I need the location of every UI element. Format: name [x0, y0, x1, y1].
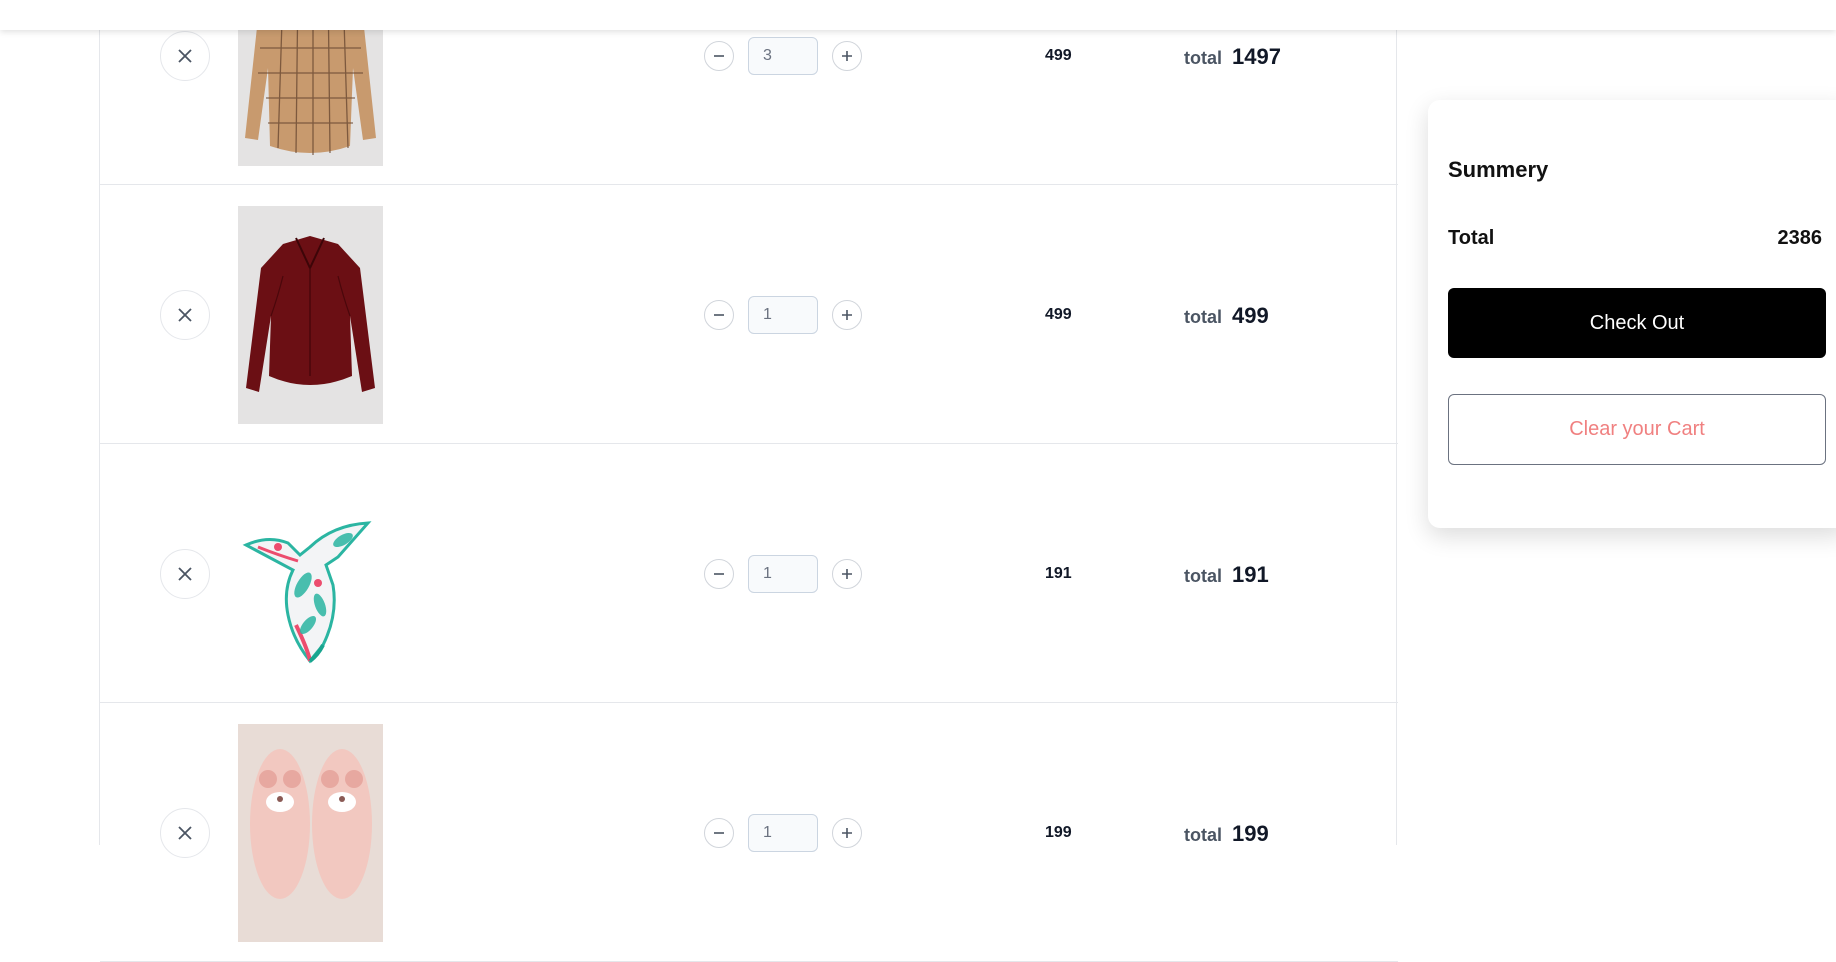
- plus-icon: [842, 828, 852, 838]
- decrement-button[interactable]: [704, 41, 734, 71]
- close-icon: [178, 49, 192, 63]
- quantity-input[interactable]: [748, 814, 818, 852]
- total-value: 199: [1232, 821, 1269, 846]
- summary-title: Summery: [1448, 157, 1549, 182]
- unit-price: 499: [1045, 47, 1072, 64]
- burgundy-blouse-image: [238, 206, 383, 424]
- line-total: total 199: [1184, 821, 1269, 847]
- quantity-stepper: [704, 37, 862, 75]
- minus-icon: [714, 314, 724, 316]
- close-icon: [178, 826, 192, 840]
- top-header-bar: [0, 0, 1836, 30]
- quantity-stepper: [704, 555, 862, 593]
- unit-price: 199: [1045, 824, 1072, 841]
- quantity-input[interactable]: [748, 555, 818, 593]
- plus-icon: [842, 51, 852, 61]
- printed-scarf-image: [238, 465, 383, 683]
- cart-item-row: 191 total 191: [100, 444, 1398, 703]
- increment-button[interactable]: [832, 559, 862, 589]
- unit-price: 499: [1045, 306, 1072, 323]
- minus-icon: [714, 573, 724, 575]
- line-total: total 1497: [1184, 44, 1281, 70]
- total-value: 499: [1232, 303, 1269, 328]
- total-label: total: [1184, 48, 1222, 68]
- total-value: 191: [1232, 562, 1269, 587]
- total-value: 1497: [1232, 44, 1281, 69]
- decrement-button[interactable]: [704, 818, 734, 848]
- quantity-stepper: [704, 296, 862, 334]
- increment-button[interactable]: [832, 818, 862, 848]
- line-total: total 499: [1184, 303, 1269, 329]
- total-label: total: [1184, 307, 1222, 327]
- quantity-input[interactable]: [748, 37, 818, 75]
- summary-total-value: 2386: [1777, 227, 1823, 249]
- unit-price: 191: [1045, 565, 1072, 582]
- cart-items-list: 499 total 1497: [99, 0, 1398, 962]
- decrement-button[interactable]: [704, 300, 734, 330]
- total-label: total: [1184, 825, 1222, 845]
- cart-item-row: 199 total 199: [100, 703, 1398, 962]
- line-total: total 191: [1184, 562, 1269, 588]
- decrement-button[interactable]: [704, 559, 734, 589]
- minus-icon: [714, 832, 724, 834]
- cart-item-row: 499 total 499: [100, 185, 1398, 444]
- total-label: total: [1184, 566, 1222, 586]
- summary-total-label: Total: [1448, 227, 1495, 249]
- clear-cart-button[interactable]: Clear your Cart: [1448, 394, 1826, 465]
- bear-slippers-image: [238, 724, 383, 942]
- remove-item-button[interactable]: [160, 808, 210, 858]
- remove-item-button[interactable]: [160, 549, 210, 599]
- remove-item-button[interactable]: [160, 31, 210, 81]
- increment-button[interactable]: [832, 300, 862, 330]
- close-icon: [178, 567, 192, 581]
- increment-button[interactable]: [832, 41, 862, 71]
- checkout-button[interactable]: Check Out: [1448, 288, 1826, 358]
- order-summary-card: Summery Total 2386 Check Out Clear your …: [1428, 100, 1836, 528]
- plus-icon: [842, 310, 852, 320]
- plus-icon: [842, 569, 852, 579]
- quantity-stepper: [704, 814, 862, 852]
- quantity-input[interactable]: [748, 296, 818, 334]
- remove-item-button[interactable]: [160, 290, 210, 340]
- minus-icon: [714, 55, 724, 57]
- close-icon: [178, 308, 192, 322]
